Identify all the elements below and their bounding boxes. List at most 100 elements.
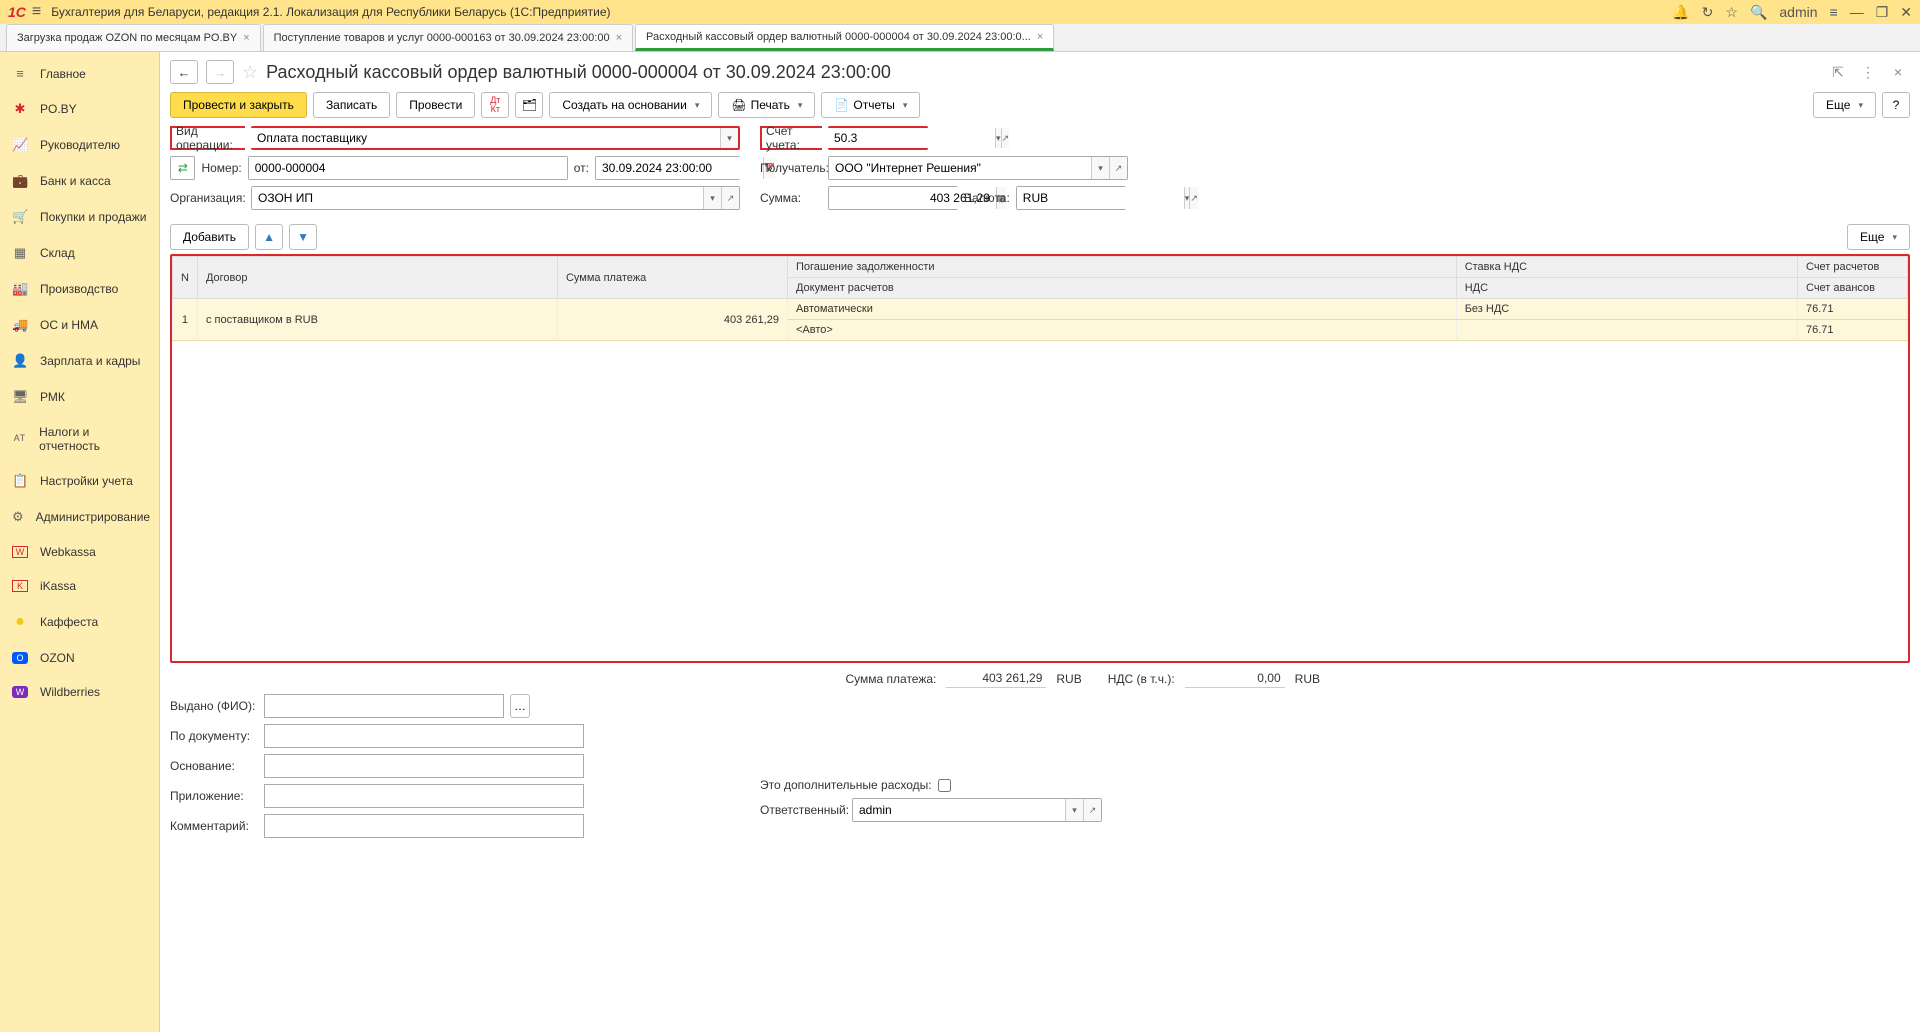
close-window-icon[interactable]: ✕ (1900, 4, 1912, 21)
sidebar-item-admin[interactable]: ⚙Администрирование (0, 499, 159, 535)
col-n[interactable]: N (173, 257, 198, 299)
close-icon[interactable]: × (1037, 31, 1043, 43)
forward-button[interactable]: → (206, 60, 234, 84)
org-field[interactable]: ▾ ↗ (251, 186, 740, 210)
col-vat-rate[interactable]: Ставка НДС (1456, 257, 1797, 278)
restore-icon[interactable]: ❐ (1876, 4, 1889, 21)
more-button[interactable]: Еще (1813, 92, 1876, 118)
post-close-button[interactable]: Провести и закрыть (170, 92, 307, 118)
tab-1[interactable]: Поступление товаров и услуг 0000-000163 … (263, 24, 633, 51)
sum-field[interactable]: ▦ (828, 186, 958, 210)
sidebar-item-poby[interactable]: ✱PO.BY (0, 91, 159, 127)
create-based-button[interactable]: Создать на основании (549, 92, 712, 118)
currency-input[interactable] (1017, 187, 1184, 209)
search-icon[interactable]: 🔍 (1750, 4, 1767, 21)
sidebar-item-wildberries[interactable]: WWildberries (0, 675, 159, 709)
number-input[interactable] (249, 157, 567, 179)
col-settle-acc[interactable]: Счет расчетов (1798, 257, 1908, 278)
comment-input[interactable] (264, 814, 584, 838)
issued-input[interactable] (264, 694, 504, 718)
org-input[interactable] (252, 187, 703, 209)
sidebar-item-assets[interactable]: 🚚ОС и НМА (0, 307, 159, 343)
op-type-input[interactable] (251, 128, 720, 148)
user-label[interactable]: admin (1779, 4, 1817, 20)
op-type-field[interactable]: ▾ (251, 126, 740, 150)
col-contract[interactable]: Договор (197, 257, 557, 299)
sidebar-item-bank[interactable]: 💼Банк и касса (0, 163, 159, 199)
chevron-down-icon[interactable]: ▾ (703, 187, 721, 209)
bell-icon[interactable]: 🔔 (1672, 4, 1689, 21)
open-icon[interactable]: ↗ (1001, 128, 1010, 148)
sidebar-item-webkassa[interactable]: WWebkassa (0, 535, 159, 569)
open-icon[interactable]: ↗ (1189, 187, 1198, 209)
date-field[interactable]: 📅 (595, 156, 740, 180)
recipient-field[interactable]: ▾ ↗ (828, 156, 1128, 180)
settings-icon[interactable]: ≡ (1830, 4, 1838, 20)
responsible-field[interactable]: ▾ ↗ (852, 798, 1102, 822)
table-more-button[interactable]: Еще (1847, 224, 1910, 250)
col-payment-sum[interactable]: Сумма платежа (557, 257, 787, 299)
sidebar-item-hr[interactable]: 👤Зарплата и кадры (0, 343, 159, 379)
add-button[interactable]: Добавить (170, 224, 249, 250)
reports-button[interactable]: 📄Отчеты (821, 92, 920, 118)
cell-advance[interactable]: 76.71 (1798, 320, 1908, 341)
cell-repay[interactable]: Автоматически (787, 299, 1456, 320)
by-doc-input[interactable] (264, 724, 584, 748)
cell-settle[interactable]: 76.71 (1798, 299, 1908, 320)
recipient-input[interactable] (829, 157, 1091, 179)
cell-vat[interactable] (1456, 320, 1797, 341)
date-input[interactable] (596, 157, 763, 179)
sidebar-item-main[interactable]: ≡Главное (0, 56, 159, 91)
account-field[interactable]: ▾ ↗ (828, 126, 928, 150)
sidebar-item-rmk[interactable]: 🖥РМК (0, 379, 159, 415)
sidebar-item-kaffesta[interactable]: ●Каффеста (0, 603, 159, 641)
dt-kt-icon[interactable]: ДтКт (481, 92, 509, 118)
favorite-icon[interactable]: ☆ (242, 62, 258, 83)
sidebar-item-sales[interactable]: 🛒Покупки и продажи (0, 199, 159, 235)
issued-open-button[interactable]: … (510, 694, 530, 718)
basis-input[interactable] (264, 754, 584, 778)
attachment-input[interactable] (264, 784, 584, 808)
table-row[interactable]: 1 с поставщиком в RUB 403 261,29 Автомат… (173, 299, 1908, 320)
post-button[interactable]: Провести (396, 92, 475, 118)
sidebar-item-warehouse[interactable]: ▦Склад (0, 235, 159, 271)
sidebar-item-manager[interactable]: 📈Руководителю (0, 127, 159, 163)
open-icon[interactable]: ↗ (1083, 799, 1101, 821)
expand-icon[interactable]: ⇱ (1826, 62, 1850, 82)
col-advance-acc[interactable]: Счет авансов (1798, 278, 1908, 299)
chevron-down-icon[interactable]: ▾ (720, 128, 738, 148)
close-icon[interactable]: × (1886, 62, 1910, 82)
cell-sum[interactable]: 403 261,29 (557, 299, 787, 341)
cell-contract[interactable]: с поставщиком в RUB (197, 299, 557, 341)
number-field[interactable] (248, 156, 568, 180)
sidebar-item-ozon[interactable]: OOZON (0, 641, 159, 675)
tab-0[interactable]: Загрузка продаж OZON по месяцам PO.BY × (6, 24, 261, 51)
menu-icon[interactable]: ⋮ (1856, 62, 1880, 82)
cell-vat-rate[interactable]: Без НДС (1456, 299, 1797, 320)
help-button[interactable]: ? (1882, 92, 1910, 118)
switch-button[interactable]: ⇄ (170, 156, 195, 180)
col-doc-settle[interactable]: Документ расчетов (787, 278, 1456, 299)
open-icon[interactable]: ↗ (1109, 157, 1127, 179)
col-debt-repay[interactable]: Погашение задолженности (787, 257, 1456, 278)
menu-icon[interactable]: ≡ (32, 3, 41, 21)
print-button[interactable]: 🖨Печать (718, 92, 815, 118)
close-icon[interactable]: × (243, 32, 249, 44)
move-up-button[interactable]: ▲ (255, 224, 283, 250)
structure-icon[interactable]: 🗂 (515, 92, 543, 118)
minimize-icon[interactable]: — (1850, 4, 1864, 20)
account-input[interactable] (828, 128, 995, 148)
currency-field[interactable]: ▾ ↗ (1016, 186, 1126, 210)
close-icon[interactable]: × (616, 32, 622, 44)
sidebar-item-taxes[interactable]: ᴬᵀНалоги и отчетность (0, 415, 159, 463)
chevron-down-icon[interactable]: ▾ (1091, 157, 1109, 179)
col-vat[interactable]: НДС (1456, 278, 1797, 299)
history-icon[interactable]: ↻ (1702, 4, 1714, 21)
sidebar-item-settings[interactable]: 📋Настройки учета (0, 463, 159, 499)
move-down-button[interactable]: ▼ (289, 224, 317, 250)
sidebar-item-production[interactable]: 🏭Производство (0, 271, 159, 307)
sidebar-item-ikassa[interactable]: KiKassa (0, 569, 159, 603)
tab-2[interactable]: Расходный кассовый ордер валютный 0000-0… (635, 24, 1054, 51)
responsible-input[interactable] (853, 799, 1065, 821)
star-icon[interactable]: ☆ (1725, 4, 1738, 21)
